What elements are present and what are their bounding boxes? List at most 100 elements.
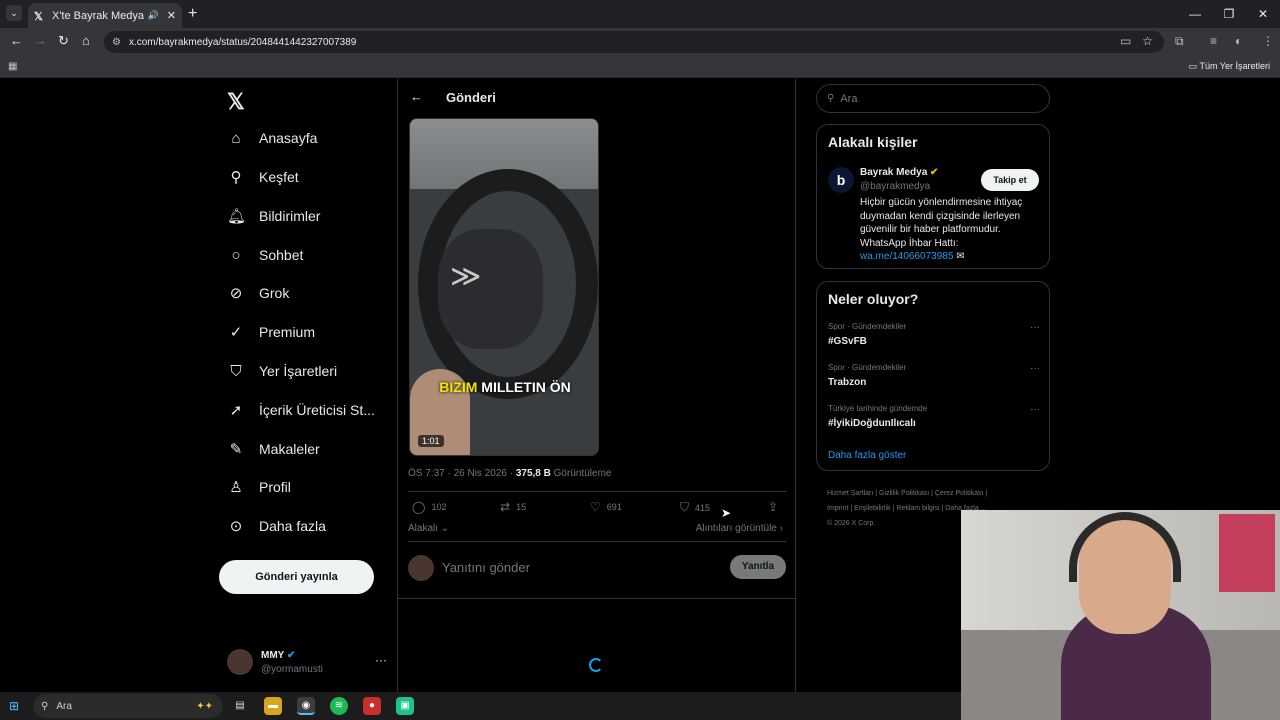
video-duration: 1:01 <box>418 435 444 447</box>
nav-bookmarks[interactable]: ⛉ Yer İşaretleri <box>227 356 337 386</box>
nav-premium[interactable]: ✓ Premium <box>227 317 315 347</box>
nav-explore[interactable]: ⚲ Keşfet <box>227 162 299 192</box>
folder-icon: ▭ <box>1188 61 1200 71</box>
extensions-icon[interactable]: ⧉ <box>1175 34 1184 49</box>
trends-card: Neler oluyor? Spor · Gündemdekiler #GSvFB… <box>816 281 1050 471</box>
address-bar-row: ← → ↻ ⌂ ⚙ x.com/bayrakmedya/status/20484… <box>0 28 1280 56</box>
premium-icon: ✓ <box>229 324 243 341</box>
webcam-overlay <box>961 510 1280 720</box>
minimize-icon[interactable]: — <box>1178 0 1212 28</box>
more-icon[interactable]: ··· <box>1030 322 1040 333</box>
avatar <box>227 649 253 675</box>
video-player[interactable]: ≫ BIZIM MILLETIN ÖN 1:01 <box>409 118 599 456</box>
avatar[interactable]: b <box>828 167 854 193</box>
divider <box>408 491 786 492</box>
post-time[interactable]: ÖS 7:37 · 26 Nis 2026 · <box>408 468 516 479</box>
profile-icon[interactable]: ◐ <box>1235 34 1242 48</box>
windows-taskbar: ⊞ ⚲ Ara ✦✦ ▤ ▬ ◉ ≋ ● ▣ <box>0 692 961 720</box>
home-icon[interactable]: ⌂ <box>82 33 90 48</box>
post-column: ← Gönderi ≫ BIZIM MILLETIN ÖN 1:01 ÖS 7:… <box>397 79 797 692</box>
trend-item[interactable]: Spor · Gündemdekiler #GSvFB ··· <box>828 322 1040 347</box>
new-tab-icon[interactable]: + <box>188 5 197 23</box>
relevant-people-card: Alakalı kişiler b Bayrak Medya ✔ @bayrak… <box>816 124 1050 269</box>
search-input[interactable]: ⚲ Ara <box>816 84 1050 113</box>
nav-articles[interactable]: ✎ Makaleler <box>227 434 320 464</box>
heart-icon: ♡ <box>590 500 601 514</box>
bio-link[interactable]: wa.me/14066073985 <box>860 251 953 262</box>
reply-composer: Yanıtını gönder Yanıtla <box>408 553 786 583</box>
chevron-right-icon: › <box>779 523 783 534</box>
close-tab-icon[interactable]: ✕ <box>167 9 176 22</box>
nav-notifications[interactable]: 🔔︎ Bildirimler <box>227 201 320 231</box>
close-window-icon[interactable]: ✕ <box>1246 0 1280 28</box>
tab-groups-icon[interactable]: ≡ <box>1210 34 1217 48</box>
file-explorer-icon[interactable]: ▬ <box>264 697 282 715</box>
omnibox[interactable]: ⚙ x.com/bayrakmedya/status/2048441442327… <box>104 31 1164 53</box>
browser-tabstrip: ⌄ 𝕏 X'te Bayrak Medya: "Uygun 🔊 ✕ + — ❐ … <box>0 0 1280 28</box>
nav-grok[interactable]: ⊘ Grok <box>227 278 290 308</box>
windows-start-icon[interactable]: ⊞ <box>9 699 19 713</box>
tab-search-icon[interactable]: ⌄ <box>6 5 22 21</box>
nav-creator-studio[interactable]: ➚ İçerik Üreticisi St... <box>227 395 375 425</box>
nav-more[interactable]: ⊙ Daha fazla <box>227 511 326 541</box>
card-title: Neler oluyor? <box>828 291 919 307</box>
account-switcher[interactable]: MMY ✔ @yormamusti ··· <box>227 647 387 679</box>
install-icon[interactable]: ▭ <box>1120 34 1131 48</box>
video-caption: BIZIM MILLETIN ÖN <box>439 379 571 395</box>
chevron-down-icon: ⌄ <box>440 523 450 534</box>
back-icon[interactable]: ← <box>10 33 23 48</box>
browser-tab[interactable]: 𝕏 X'te Bayrak Medya: "Uygun 🔊 ✕ <box>28 3 182 28</box>
restore-icon[interactable]: ❐ <box>1212 0 1246 28</box>
view-quotes-link[interactable]: Alıntıları görüntüle › <box>696 523 783 534</box>
card-title: Alakalı kişiler <box>828 134 918 150</box>
url-text: x.com/bayrakmedya/status/204844144232700… <box>128 36 357 48</box>
nav-chat[interactable]: ○ Sohbet <box>227 240 303 270</box>
taskbar-search[interactable]: ⚲ Ara ✦✦ <box>33 694 223 718</box>
account-handle: @yormamusti <box>261 664 323 675</box>
post-button[interactable]: Gönderi yayınla <box>219 560 374 594</box>
x-logo-icon[interactable]: 𝕏 <box>227 89 245 115</box>
more-icon[interactable]: ··· <box>1030 363 1040 374</box>
back-arrow-icon[interactable]: ← <box>410 89 423 104</box>
person-handle: @bayrakmedya <box>860 181 931 192</box>
related-dropdown[interactable]: Alakalı ⌄ <box>408 523 449 534</box>
reply-button[interactable]: Yanıtla <box>730 555 786 579</box>
person-name-row[interactable]: Bayrak Medya ✔ <box>860 167 938 178</box>
star-icon[interactable]: ☆ <box>1142 34 1153 48</box>
search-icon: ⚲ <box>827 93 835 104</box>
share-action[interactable]: ⇪ <box>768 500 784 514</box>
chrome-icon[interactable]: ◉ <box>297 697 315 715</box>
account-name-row: MMY ✔ <box>261 650 295 661</box>
all-bookmarks[interactable]: ▭ Tüm Yer İşaretleri <box>1189 61 1270 72</box>
nav-home[interactable]: ⌂ Anasayfa <box>227 123 317 153</box>
task-view-icon[interactable]: ▤ <box>231 697 249 715</box>
nav-profile[interactable]: ♙ Profil <box>227 472 291 502</box>
site-info-icon[interactable]: ⚙ <box>112 37 121 48</box>
bookmark-action[interactable]: ⛉ 415 <box>680 500 710 515</box>
divider <box>398 598 797 599</box>
like-action[interactable]: ♡ 691 <box>590 500 622 514</box>
footer-line[interactable]: Hizmet Şartları | Gizlilik Politikası | … <box>827 486 1047 501</box>
menu-icon[interactable]: ⋮ <box>1262 34 1274 48</box>
apps-icon[interactable]: ▦ <box>8 61 17 72</box>
reply-action[interactable]: ◯ 102 <box>412 500 446 514</box>
account-more-icon[interactable]: ··· <box>375 653 387 667</box>
reply-input[interactable]: Yanıtını gönder <box>442 560 530 575</box>
reply-icon: ◯ <box>412 500 426 514</box>
speaker-icon[interactable]: 🔊 <box>148 10 159 21</box>
more-icon[interactable]: ··· <box>1030 404 1040 415</box>
app-icon[interactable]: ▣ <box>396 697 414 715</box>
spotify-icon[interactable]: ≋ <box>330 697 348 715</box>
repost-action[interactable]: ⇄ 15 <box>500 500 526 514</box>
mouse-cursor-icon: ➤ <box>721 506 732 520</box>
follow-button[interactable]: Takip et <box>981 169 1039 191</box>
person-name: Bayrak Medya <box>860 167 928 178</box>
trend-item[interactable]: Türkiye tarihinde gündemde #İyikiDoğdunIl… <box>828 404 1040 429</box>
forward-icon[interactable]: → <box>34 33 47 48</box>
trend-item[interactable]: Spor · Gündemdekiler Trabzon ··· <box>828 363 1040 388</box>
bookmark-icon: ⛉ <box>680 500 690 514</box>
reload-icon[interactable]: ↻ <box>58 33 69 49</box>
app-icon[interactable]: ● <box>363 697 381 715</box>
tab-title: X'te Bayrak Medya: "Uygun <box>52 9 144 22</box>
show-more-link[interactable]: Daha fazla göster <box>828 450 906 461</box>
